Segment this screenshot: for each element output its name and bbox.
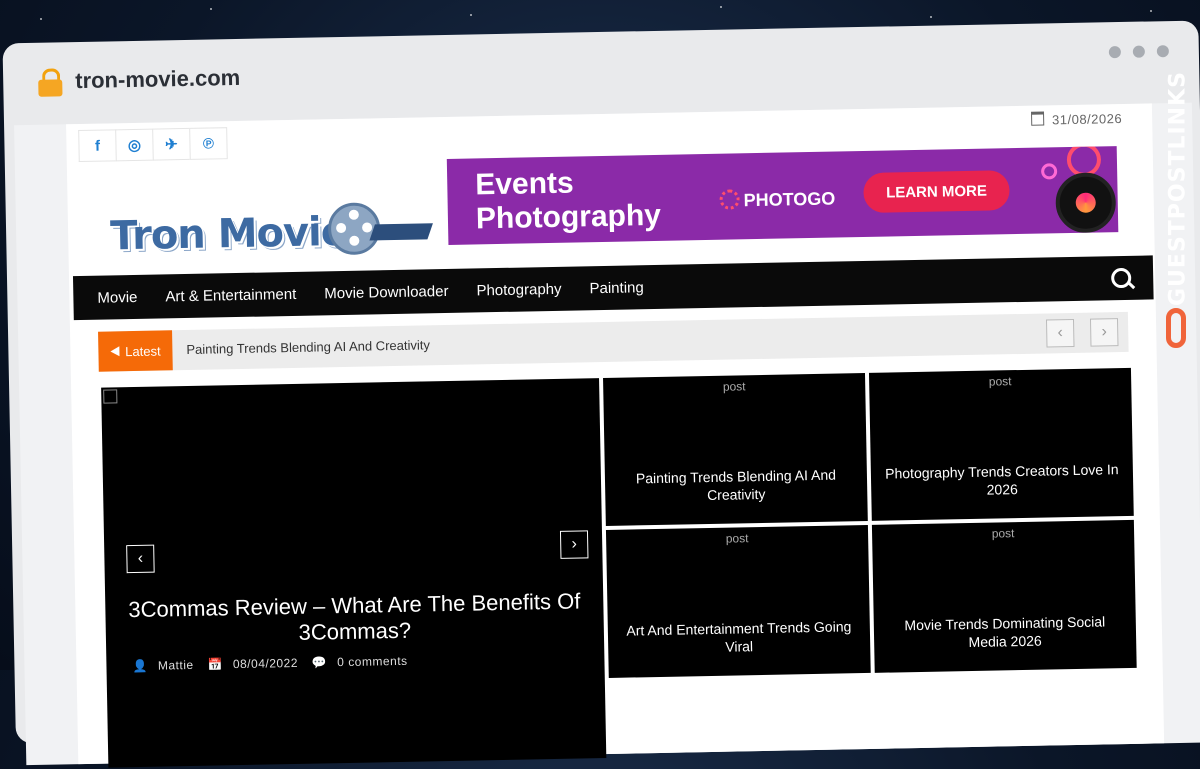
logo-text: Tron Movie [109, 208, 348, 260]
megaphone-icon [110, 346, 120, 357]
date-text: 31/08/2026 [1051, 110, 1123, 128]
broken-image-icon [103, 389, 118, 404]
nav-item-painting[interactable]: Painting [575, 278, 658, 297]
post-card[interactable]: post Painting Trends Blending AI And Cre… [603, 372, 868, 526]
slider-next-button[interactable]: › [559, 530, 589, 559]
post-date: 08/04/2022 [232, 655, 299, 672]
ring-decoration-icon [1040, 163, 1058, 180]
guestpostlinks-watermark: GUESTPOSTLINKS [1160, 58, 1196, 358]
nav-item-art-entertainment[interactable]: Art & Entertainment [151, 285, 310, 305]
image-alt-text: post [988, 374, 1012, 389]
image-alt-text: post [725, 531, 749, 546]
brand-logo-icon [719, 189, 740, 210]
featured-grid: ‹ › 3Commas Review – What Are The Benefi… [101, 367, 1138, 768]
link-chain-icon [1166, 308, 1186, 348]
page-viewport: f ◎ ✈ ℗ 31/08/2026 Tron Movie Events Pho… [14, 102, 1200, 768]
post-card[interactable]: post Photography Trends Creators Love In… [868, 367, 1134, 521]
watermark-text: GUESTPOSTLINKS [1165, 71, 1191, 306]
ad-banner[interactable]: Events Photography PHOTOGO LEARN MORE [446, 146, 1119, 245]
address-bar-url[interactable]: tron-movie.com [75, 65, 240, 94]
featured-meta: 👤 Mattie 📅 08/04/2022 💬 0 comments [132, 654, 417, 673]
window-dot-icon[interactable] [1132, 45, 1145, 58]
search-icon[interactable] [1111, 267, 1132, 289]
social-links: f ◎ ✈ ℗ [78, 127, 228, 163]
image-alt-text: post [991, 526, 1015, 541]
site-logo[interactable]: Tron Movie [109, 195, 433, 273]
featured-slider[interactable]: ‹ › 3Commas Review – What Are The Benefi… [101, 378, 607, 768]
post-title[interactable]: Painting Trends Blending AI And Creativi… [615, 465, 858, 506]
ticker-next-button[interactable]: › [1089, 318, 1119, 347]
pinterest-icon[interactable]: ℗ [189, 127, 228, 160]
window-dot-icon[interactable] [1156, 45, 1169, 58]
calendar-icon [1030, 111, 1045, 126]
featured-headline[interactable]: 3Commas Review – What Are The Benefits O… [105, 588, 604, 650]
nav-item-photography[interactable]: Photography [462, 280, 575, 299]
header-date: 31/08/2026 [1030, 110, 1123, 128]
author-name[interactable]: Mattie [158, 658, 194, 673]
slider-prev-button[interactable]: ‹ [126, 544, 155, 574]
ticker-prev-button[interactable]: ‹ [1045, 318, 1075, 348]
twitter-icon[interactable]: ✈ [152, 127, 190, 161]
banner-title: Events Photography [474, 166, 662, 236]
post-title[interactable]: Art And Entertainment Trends Going Viral [618, 617, 861, 658]
site-page: f ◎ ✈ ℗ 31/08/2026 Tron Movie Events Pho… [66, 103, 1165, 768]
camera-aperture-icon [1055, 172, 1117, 234]
instagram-icon[interactable]: ◎ [115, 128, 153, 162]
lock-icon [37, 68, 64, 98]
comments-count[interactable]: 0 comments [337, 654, 408, 669]
film-strip-icon [369, 223, 433, 241]
ticker-headline[interactable]: Painting Trends Blending AI And Creativi… [186, 337, 430, 357]
latest-ticker: Latest Painting Trends Blending AI And C… [98, 311, 1129, 372]
nav-item-movie[interactable]: Movie [73, 288, 151, 306]
window-controls [1108, 45, 1169, 59]
latest-badge: Latest [98, 330, 173, 372]
banner-brand: PHOTOGO [719, 188, 836, 212]
browser-frame: tron-movie.com f ◎ ✈ ℗ 31/08/2026 Tron M… [2, 20, 1200, 768]
browser-window: tron-movie.com f ◎ ✈ ℗ 31/08/2026 Tron M… [0, 0, 1200, 768]
comment-icon: 💬 [311, 655, 328, 670]
facebook-icon[interactable]: f [78, 129, 116, 163]
image-alt-text: post [722, 379, 746, 394]
learn-more-button[interactable]: LEARN MORE [863, 170, 1010, 213]
post-title[interactable]: Photography Trends Creators Love In 2026 [881, 460, 1124, 501]
post-card[interactable]: post Art And Entertainment Trends Going … [605, 524, 871, 678]
post-title[interactable]: Movie Trends Dominating Social Media 202… [884, 612, 1127, 653]
nav-item-movie-downloader[interactable]: Movie Downloader [310, 282, 463, 302]
post-card[interactable]: post Movie Trends Dominating Social Medi… [871, 519, 1137, 673]
author-icon: 👤 [132, 658, 149, 674]
window-dot-icon[interactable] [1108, 46, 1121, 59]
